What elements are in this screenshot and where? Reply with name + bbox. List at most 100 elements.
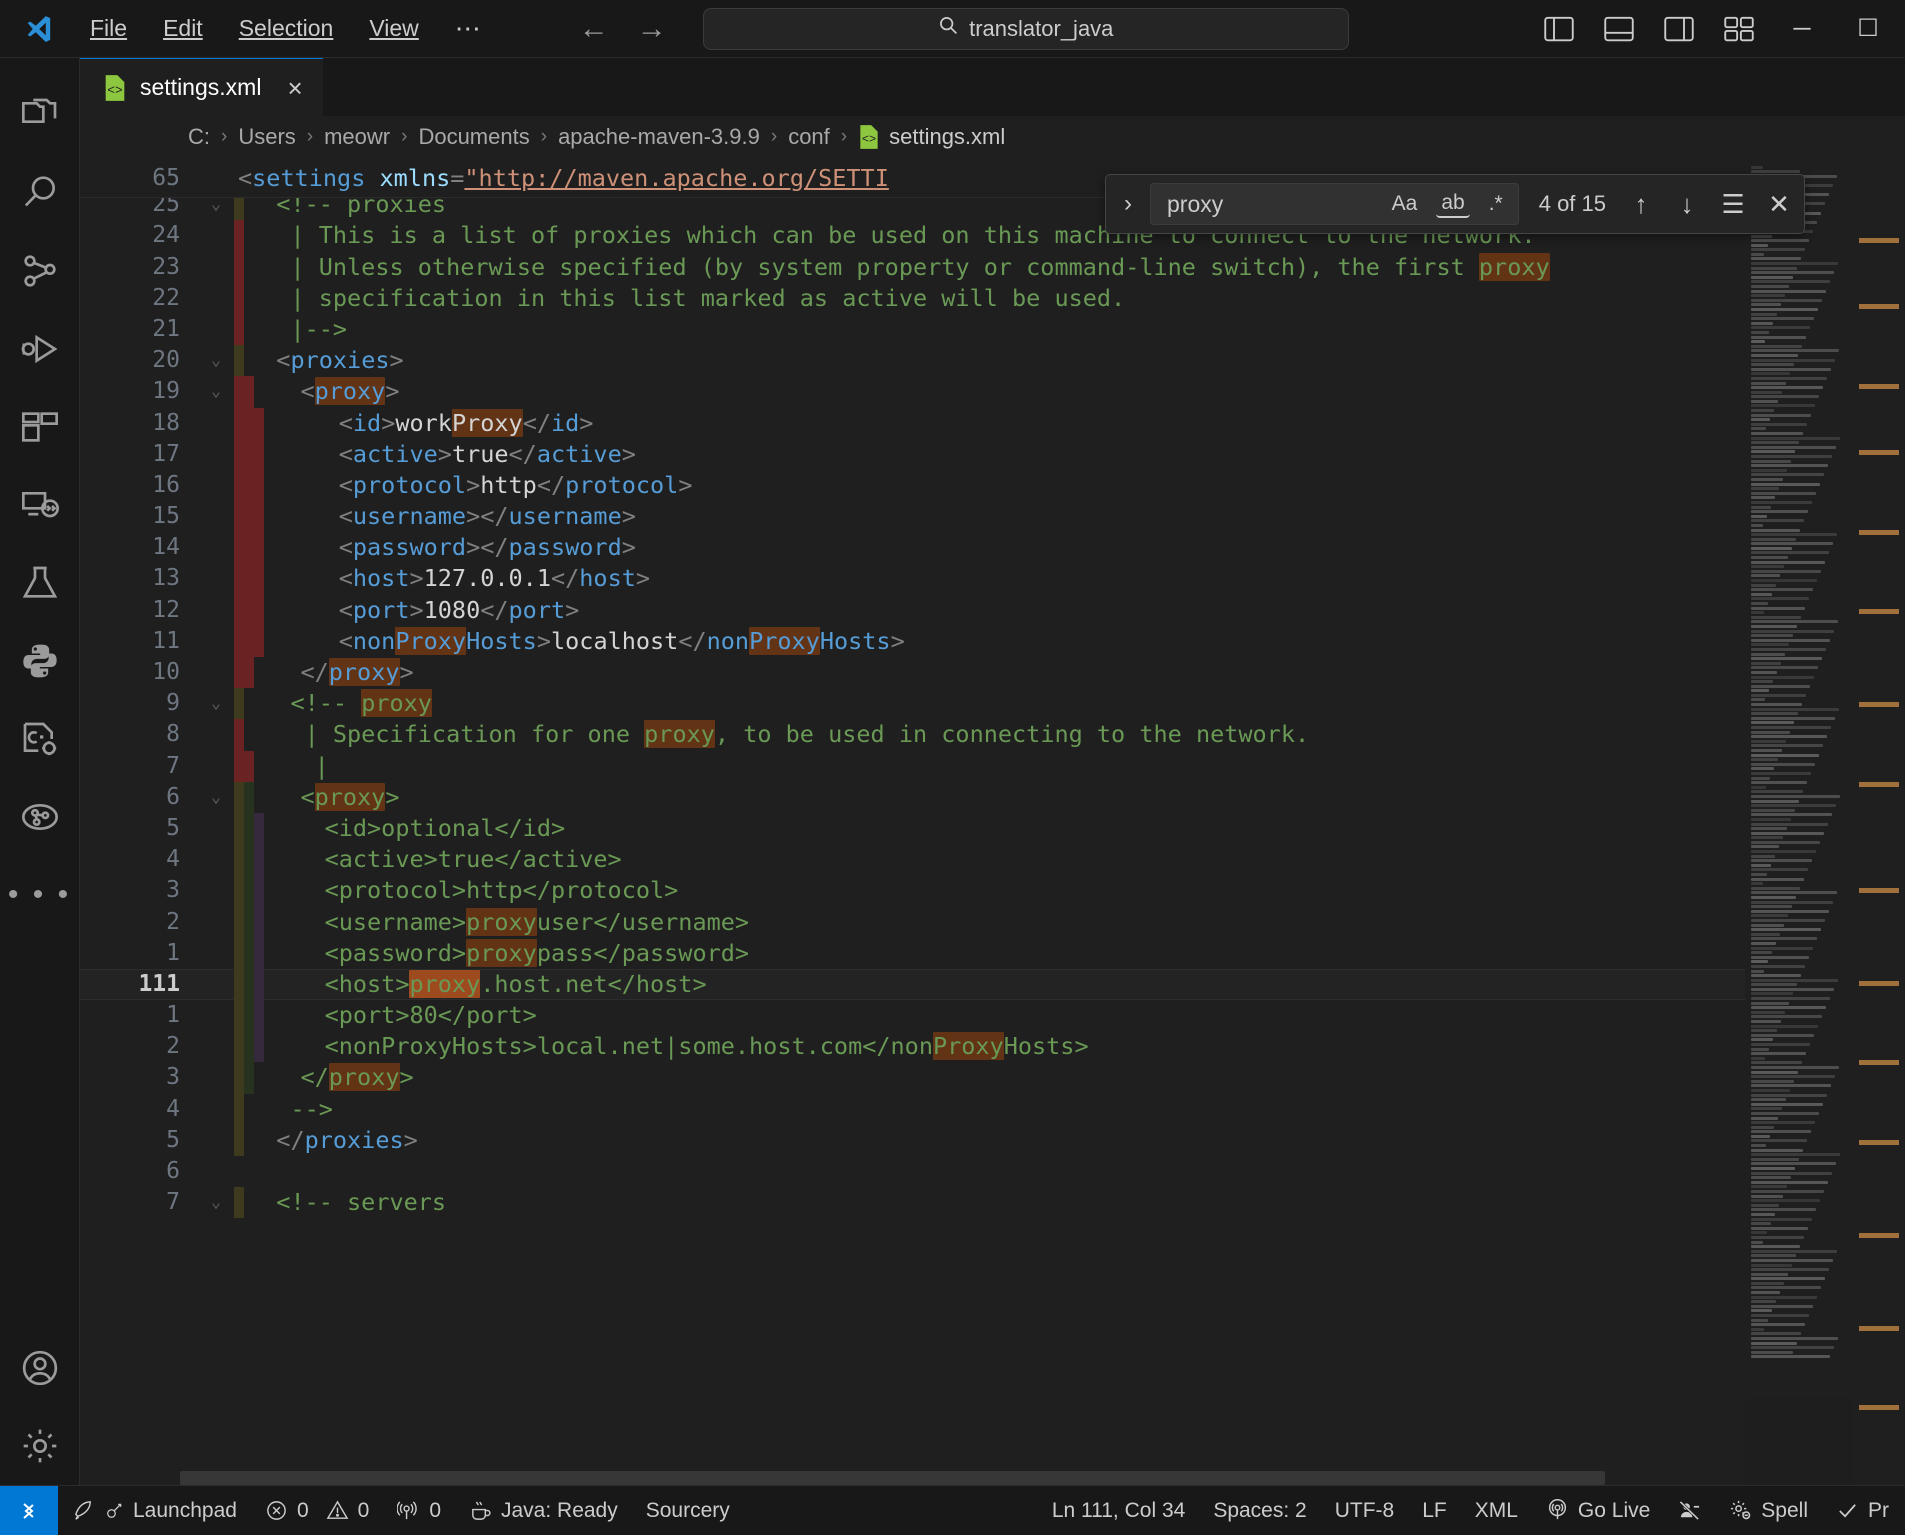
code-line[interactable]: 21 |--> — [80, 314, 1905, 345]
status-go-live[interactable]: Go Live — [1532, 1486, 1664, 1535]
fold-indicator[interactable]: ⌄ — [198, 688, 234, 719]
code-line[interactable]: 23 | Unless otherwise specified (by syst… — [80, 252, 1905, 283]
breadcrumb-item-3[interactable]: Documents — [418, 124, 529, 150]
find-in-selection-icon[interactable]: ☰ — [1718, 189, 1748, 220]
breadcrumb-item-0[interactable]: C: — [188, 124, 210, 150]
menu-edit[interactable]: Edit — [145, 8, 221, 49]
status-ports[interactable]: 0 — [383, 1486, 455, 1535]
code-line[interactable]: 6⌄ <proxy> — [80, 782, 1905, 813]
code-line[interactable]: 18 <id>workProxy</id> — [80, 408, 1905, 439]
maximize-button[interactable]: ☐ — [1845, 14, 1891, 43]
breadcrumb-item-6[interactable]: settings.xml — [889, 124, 1005, 150]
activitybar-maven[interactable] — [0, 778, 80, 856]
code-line[interactable]: 5 </proxies> — [80, 1125, 1905, 1156]
activitybar-run-and-debug[interactable] — [0, 310, 80, 388]
activitybar-testing[interactable] — [0, 544, 80, 622]
status-launchpad[interactable]: Launchpad — [58, 1486, 251, 1535]
code-line[interactable]: 1 <password>proxypass</password> — [80, 938, 1905, 969]
code-line[interactable]: 10 </proxy> — [80, 657, 1905, 688]
code-line[interactable]: 22 | specification in this list marked a… — [80, 283, 1905, 314]
code-line[interactable]: 12 <port>1080</port> — [80, 595, 1905, 626]
toggle-primary-sidebar-icon[interactable] — [1539, 12, 1579, 46]
code-line[interactable]: 5 <id>optional</id> — [80, 813, 1905, 844]
find-input[interactable]: proxy Aa ab .* — [1150, 183, 1519, 225]
toggle-secondary-sidebar-icon[interactable] — [1659, 12, 1699, 46]
status-screencast[interactable] — [1664, 1486, 1715, 1535]
status-prettier[interactable]: Pr — [1822, 1486, 1903, 1535]
code-line[interactable]: 111 <host>proxy.host.net</host> — [80, 969, 1905, 1000]
code-line[interactable]: 20⌄ <proxies> — [80, 345, 1905, 376]
status-encoding[interactable]: UTF-8 — [1321, 1486, 1409, 1535]
forward-arrow-icon[interactable]: → — [635, 12, 669, 46]
activitybar-explorer[interactable] — [0, 76, 80, 154]
minimize-button[interactable]: ─ — [1779, 15, 1825, 43]
breadcrumb-item-1[interactable]: Users — [238, 124, 295, 150]
overview-ruler[interactable] — [1853, 158, 1905, 1485]
fold-indicator[interactable]: ⌄ — [198, 782, 234, 813]
status-spell-checker[interactable]: Spell — [1715, 1486, 1822, 1535]
back-arrow-icon[interactable]: ← — [577, 12, 611, 46]
activitybar-search[interactable] — [0, 154, 80, 232]
status-cursor-position[interactable]: Ln 111, Col 34 — [1038, 1486, 1200, 1535]
customize-layout-icon[interactable] — [1719, 12, 1759, 46]
toggle-panel-icon[interactable] — [1599, 12, 1639, 46]
code-line[interactable]: 3 </proxy> — [80, 1062, 1905, 1093]
activitybar-extensions[interactable] — [0, 388, 80, 466]
activitybar-cpp-config[interactable] — [0, 700, 80, 778]
status-java[interactable]: Java: Ready — [455, 1486, 632, 1535]
match-case-icon[interactable]: Aa — [1387, 190, 1423, 218]
status-language-mode[interactable]: XML — [1461, 1486, 1532, 1535]
code-line[interactable]: 17 <active>true</active> — [80, 439, 1905, 470]
code-line[interactable]: 11 <nonProxyHosts>localhost</nonProxyHos… — [80, 626, 1905, 657]
activitybar-source-control[interactable] — [0, 232, 80, 310]
code-line[interactable]: 19⌄ <proxy> — [80, 376, 1905, 407]
minimap[interactable] — [1745, 158, 1853, 1485]
activitybar-settings[interactable] — [0, 1407, 80, 1485]
code-line[interactable]: 1 <port>80</port> — [80, 1000, 1905, 1031]
command-center-search[interactable]: translator_java — [703, 8, 1349, 50]
code-line[interactable]: 9⌄ <!-- proxy — [80, 688, 1905, 719]
code-line[interactable]: 3 <protocol>http</protocol> — [80, 875, 1905, 906]
code-line[interactable]: 2 <username>proxyuser</username> — [80, 907, 1905, 938]
code-line[interactable]: 13 <host>127.0.0.1</host> — [80, 563, 1905, 594]
menu-more-icon[interactable]: ⋯ — [437, 9, 501, 48]
use-regex-icon[interactable]: .* — [1484, 190, 1508, 218]
fold-indicator[interactable]: ⌄ — [198, 376, 234, 407]
code-line[interactable]: 14 <password></password> — [80, 532, 1905, 563]
code-line[interactable]: 7⌄ <!-- servers — [80, 1187, 1905, 1218]
code-line[interactable]: 8 | Specification for one proxy, to be u… — [80, 719, 1905, 750]
status-remote-window[interactable] — [0, 1486, 58, 1535]
code-line[interactable]: 2 <nonProxyHosts>local.net|some.host.com… — [80, 1031, 1905, 1062]
fold-indicator[interactable]: ⌄ — [198, 1187, 234, 1218]
code-line[interactable]: 7 | — [80, 751, 1905, 782]
find-widget[interactable]: › proxy Aa ab .* 4 of 15 ↑ ↓ ☰ — [1105, 174, 1805, 234]
find-close-icon[interactable]: ✕ — [1764, 189, 1794, 220]
fold-indicator[interactable]: ⌄ — [198, 345, 234, 376]
code-editor[interactable]: 26 <!-- TODO Since when can proxies be s… — [80, 158, 1905, 1485]
code-line[interactable]: 4 --> — [80, 1094, 1905, 1125]
breadcrumb-item-2[interactable]: meowr — [324, 124, 390, 150]
status-eol[interactable]: LF — [1408, 1486, 1461, 1535]
status-indentation[interactable]: Spaces: 2 — [1199, 1486, 1320, 1535]
find-next-icon[interactable]: ↓ — [1672, 189, 1702, 220]
breadcrumb-item-4[interactable]: apache-maven-3.9.9 — [558, 124, 760, 150]
code-line[interactable]: 16 <protocol>http</protocol> — [80, 470, 1905, 501]
status-sourcery[interactable]: Sourcery — [632, 1486, 744, 1535]
menu-view[interactable]: View — [351, 8, 436, 49]
find-previous-icon[interactable]: ↑ — [1626, 189, 1656, 220]
activitybar-remote-explorer[interactable] — [0, 466, 80, 544]
tab-close-icon[interactable]: × — [287, 75, 302, 101]
activitybar-python[interactable] — [0, 622, 80, 700]
status-problems[interactable]: 0 0 — [251, 1486, 383, 1535]
code-line[interactable]: 6 — [80, 1156, 1905, 1187]
code-line[interactable]: 4 <active>true</active> — [80, 844, 1905, 875]
tab-settings-xml[interactable]: <> settings.xml × — [80, 58, 323, 116]
breadcrumb-item-5[interactable]: conf — [788, 124, 830, 150]
whole-word-icon[interactable]: ab — [1436, 190, 1469, 218]
horizontal-scrollbar[interactable] — [180, 1471, 1605, 1485]
code-line[interactable]: 15 <username></username> — [80, 501, 1905, 532]
menu-file[interactable]: File — [72, 8, 145, 49]
activitybar-accounts[interactable] — [0, 1329, 80, 1407]
menu-selection[interactable]: Selection — [221, 8, 352, 49]
activitybar-more-icon[interactable]: • • • — [8, 856, 71, 934]
